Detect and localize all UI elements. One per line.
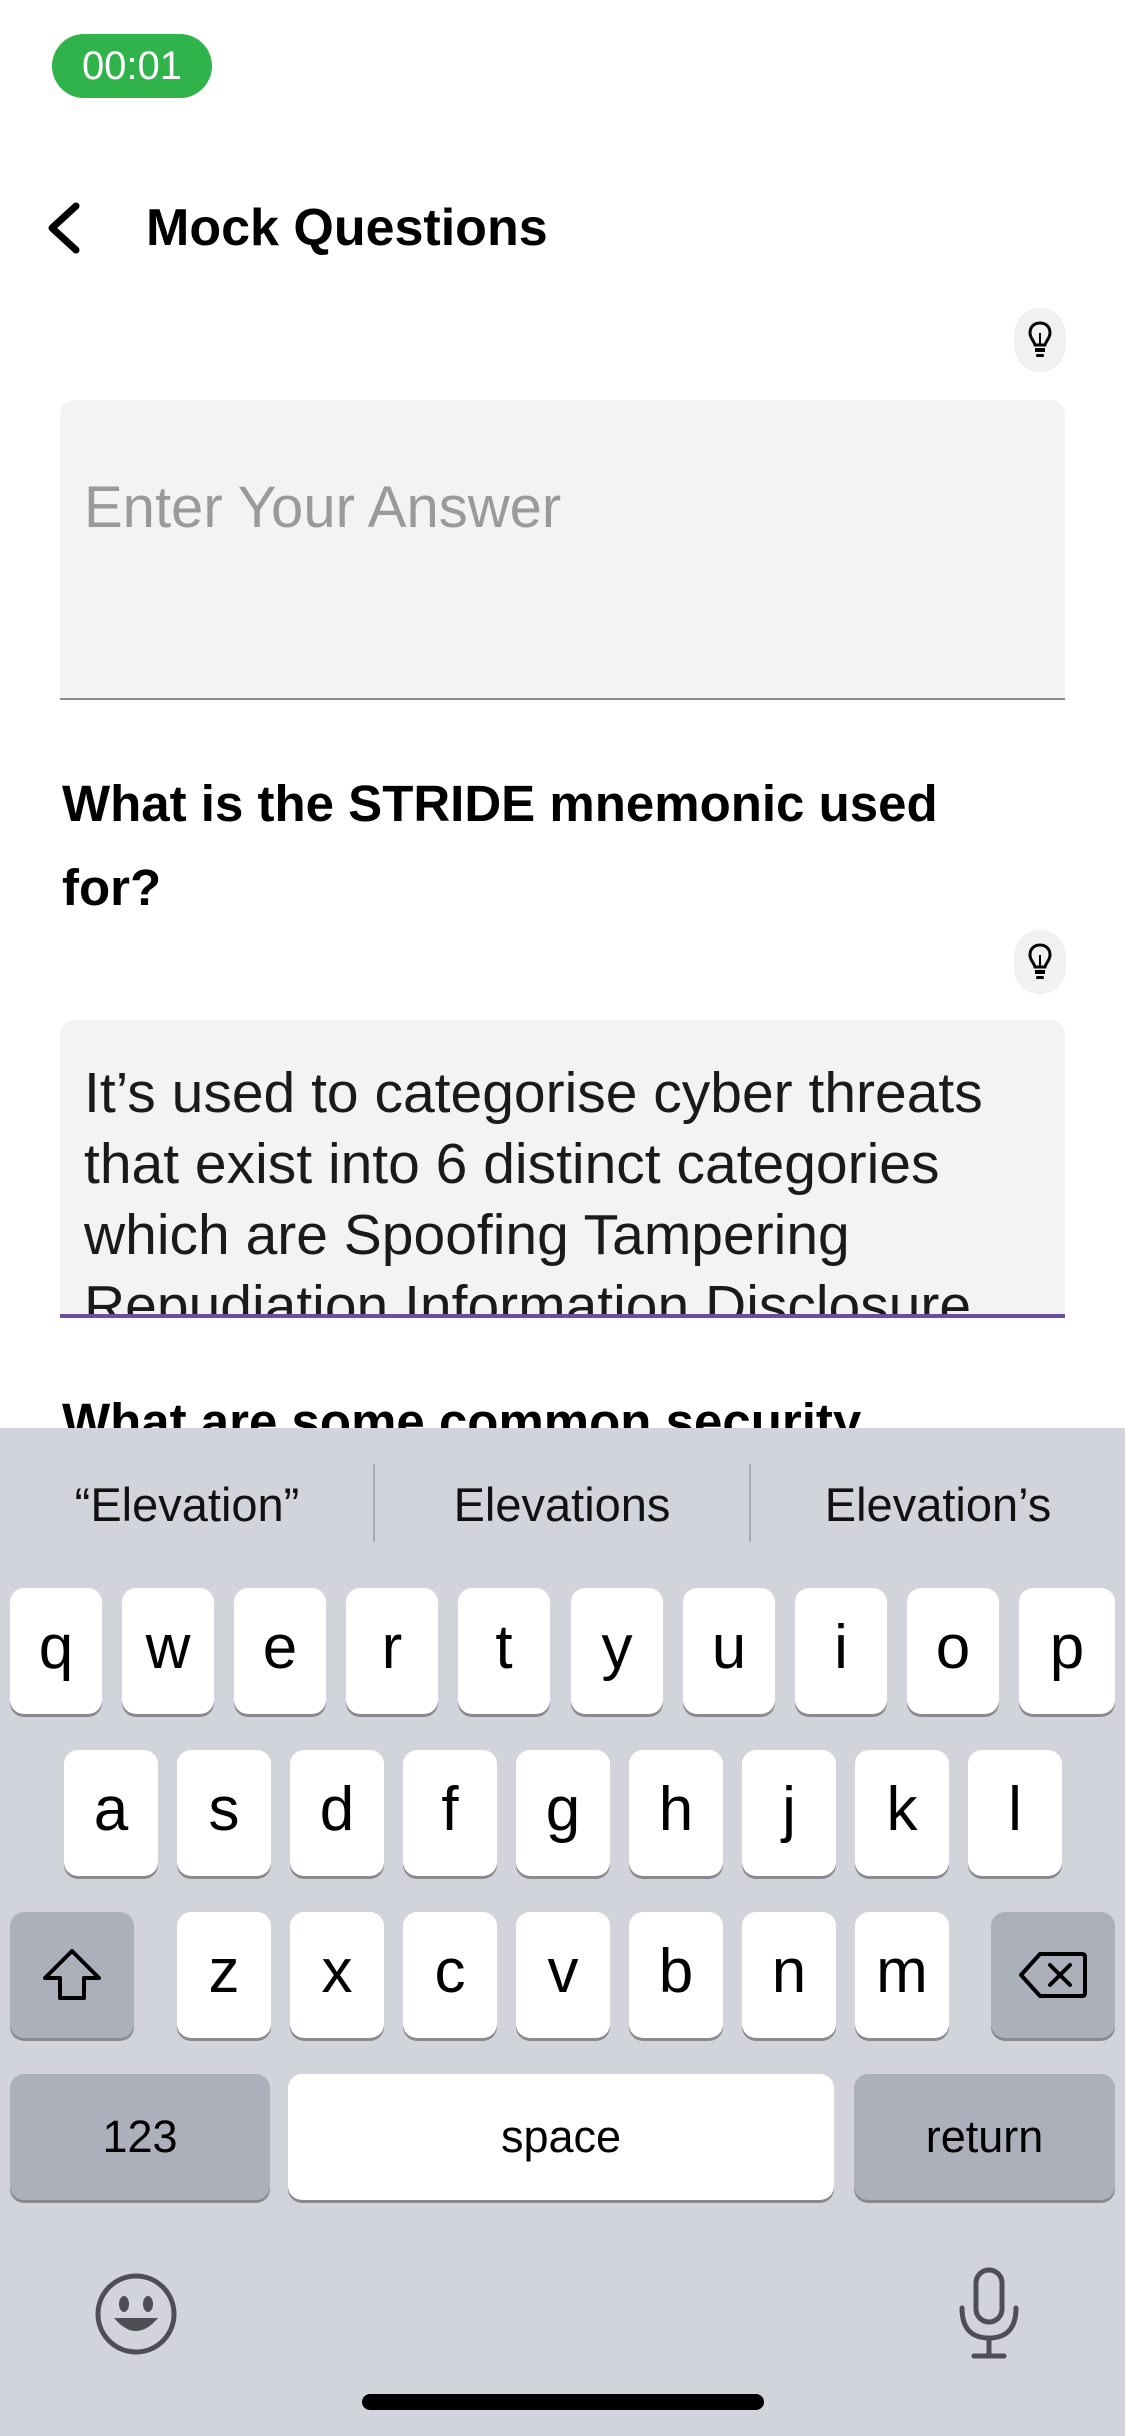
return-key[interactable]: return: [854, 2074, 1115, 2200]
key-z[interactable]: z: [177, 1912, 271, 2038]
key-n[interactable]: n: [742, 1912, 836, 2038]
answer-field[interactable]: Enter Your Answer: [60, 400, 1065, 700]
key-w[interactable]: w: [122, 1588, 214, 1714]
numbers-key[interactable]: 123: [10, 2074, 270, 2200]
answer-text: It’s used to categorise cyber threats th…: [84, 1061, 983, 1318]
timer-badge: 00:01: [52, 34, 212, 98]
lightbulb-icon: [1028, 943, 1052, 979]
key-r[interactable]: r: [346, 1588, 438, 1714]
home-indicator: [362, 2394, 764, 2410]
delete-icon: [1019, 1952, 1087, 1998]
key-d[interactable]: d: [290, 1750, 384, 1876]
key-o[interactable]: o: [907, 1588, 999, 1714]
space-key[interactable]: space: [288, 2074, 834, 2200]
shift-key[interactable]: [10, 1912, 134, 2038]
key-h[interactable]: h: [629, 1750, 723, 1876]
suggestion-bar: “Elevation” Elevations Elevation’s: [0, 1428, 1125, 1578]
suggestion-item[interactable]: “Elevation”: [0, 1460, 374, 1550]
screen: 00:01 Mock Questions Enter Your Answer W…: [0, 0, 1125, 2436]
hint-button[interactable]: [1014, 930, 1066, 994]
chevron-left-icon: [48, 202, 80, 254]
key-g[interactable]: g: [516, 1750, 610, 1876]
question-text: What is the STRIDE mnemonic used for?: [62, 775, 938, 916]
key-u[interactable]: u: [683, 1588, 775, 1714]
question-text-label: What are some common security: [62, 1393, 862, 1428]
suggestion-item[interactable]: Elevation’s: [751, 1460, 1125, 1550]
key-c[interactable]: c: [403, 1912, 497, 2038]
key-p[interactable]: p: [1019, 1588, 1115, 1714]
key-s[interactable]: s: [177, 1750, 271, 1876]
shift-icon: [43, 1949, 101, 2000]
key-k[interactable]: k: [855, 1750, 949, 1876]
emoji-icon[interactable]: [92, 2270, 180, 2358]
key-e[interactable]: e: [234, 1588, 326, 1714]
key-j[interactable]: j: [742, 1750, 836, 1876]
key-q[interactable]: q: [10, 1588, 102, 1714]
key-y[interactable]: y: [571, 1588, 663, 1714]
key-x[interactable]: x: [290, 1912, 384, 2038]
key-t[interactable]: t: [458, 1588, 550, 1714]
suggestion-item[interactable]: Elevations: [375, 1460, 749, 1550]
delete-key[interactable]: [991, 1912, 1115, 2038]
key-m[interactable]: m: [855, 1912, 949, 2038]
answer-placeholder: Enter Your Answer: [84, 475, 562, 540]
answer-field-active[interactable]: It’s used to categorise cyber threats th…: [60, 1020, 1065, 1318]
key-v[interactable]: v: [516, 1912, 610, 2038]
back-button[interactable]: [38, 196, 94, 260]
key-a[interactable]: a: [64, 1750, 158, 1876]
key-b[interactable]: b: [629, 1912, 723, 2038]
microphone-icon[interactable]: [954, 2266, 1024, 2362]
lightbulb-icon: [1028, 321, 1052, 357]
question-text: What are some common security: [62, 1384, 1022, 1428]
page-title: Mock Questions: [146, 199, 548, 257]
key-i[interactable]: i: [795, 1588, 887, 1714]
hint-button[interactable]: [1014, 308, 1066, 372]
key-f[interactable]: f: [403, 1750, 497, 1876]
key-l[interactable]: l: [968, 1750, 1062, 1876]
